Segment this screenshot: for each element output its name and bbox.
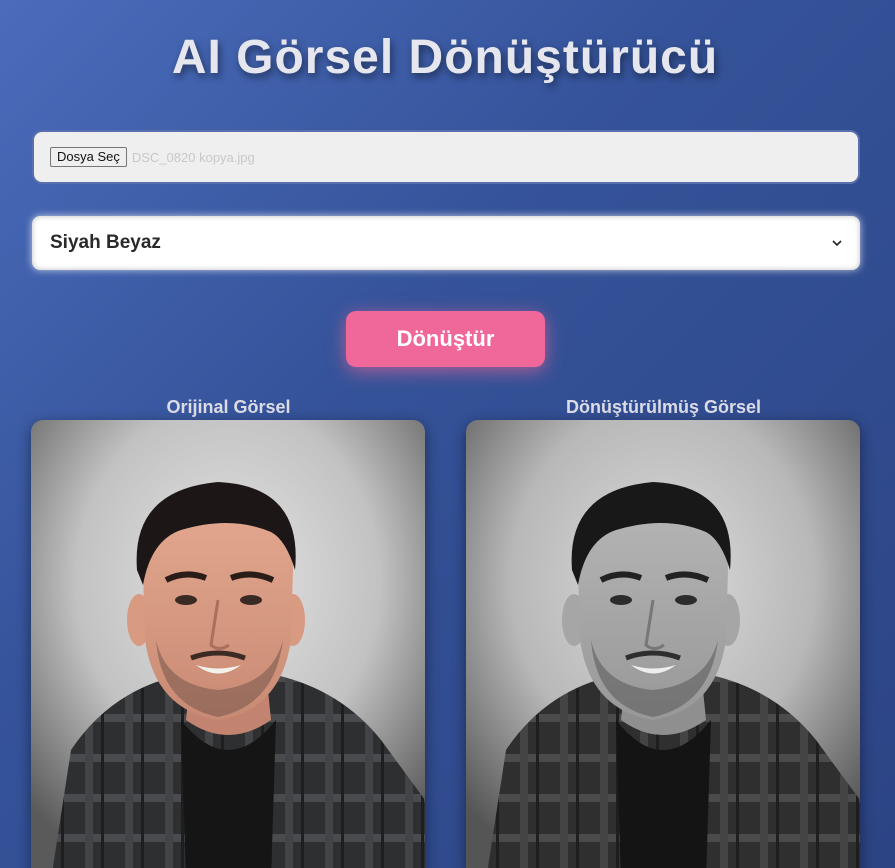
- original-image-title: Orijinal Görsel: [166, 397, 291, 417]
- filter-select-value: Siyah Beyaz: [50, 232, 161, 253]
- file-input-box[interactable]: Dosya Seç DSC_0820 kopya.jpg: [32, 130, 860, 184]
- choose-file-button[interactable]: Dosya Seç: [50, 147, 127, 167]
- selected-file-name: DSC_0820 kopya.jpg: [131, 149, 255, 165]
- original-image: [31, 420, 425, 868]
- chevron-down-icon: [832, 240, 842, 247]
- converted-image-title: Dönüştürülmüş Görsel: [565, 397, 762, 417]
- filter-select[interactable]: Siyah Beyaz: [32, 216, 860, 270]
- convert-button[interactable]: Dönüştür: [346, 311, 545, 367]
- converted-image: [466, 420, 860, 868]
- page-title: AI Görsel Dönüştürücü: [171, 31, 719, 84]
- app-root: AI Görsel Dönüştürücü Dosya Seç DSC_0820…: [0, 0, 895, 868]
